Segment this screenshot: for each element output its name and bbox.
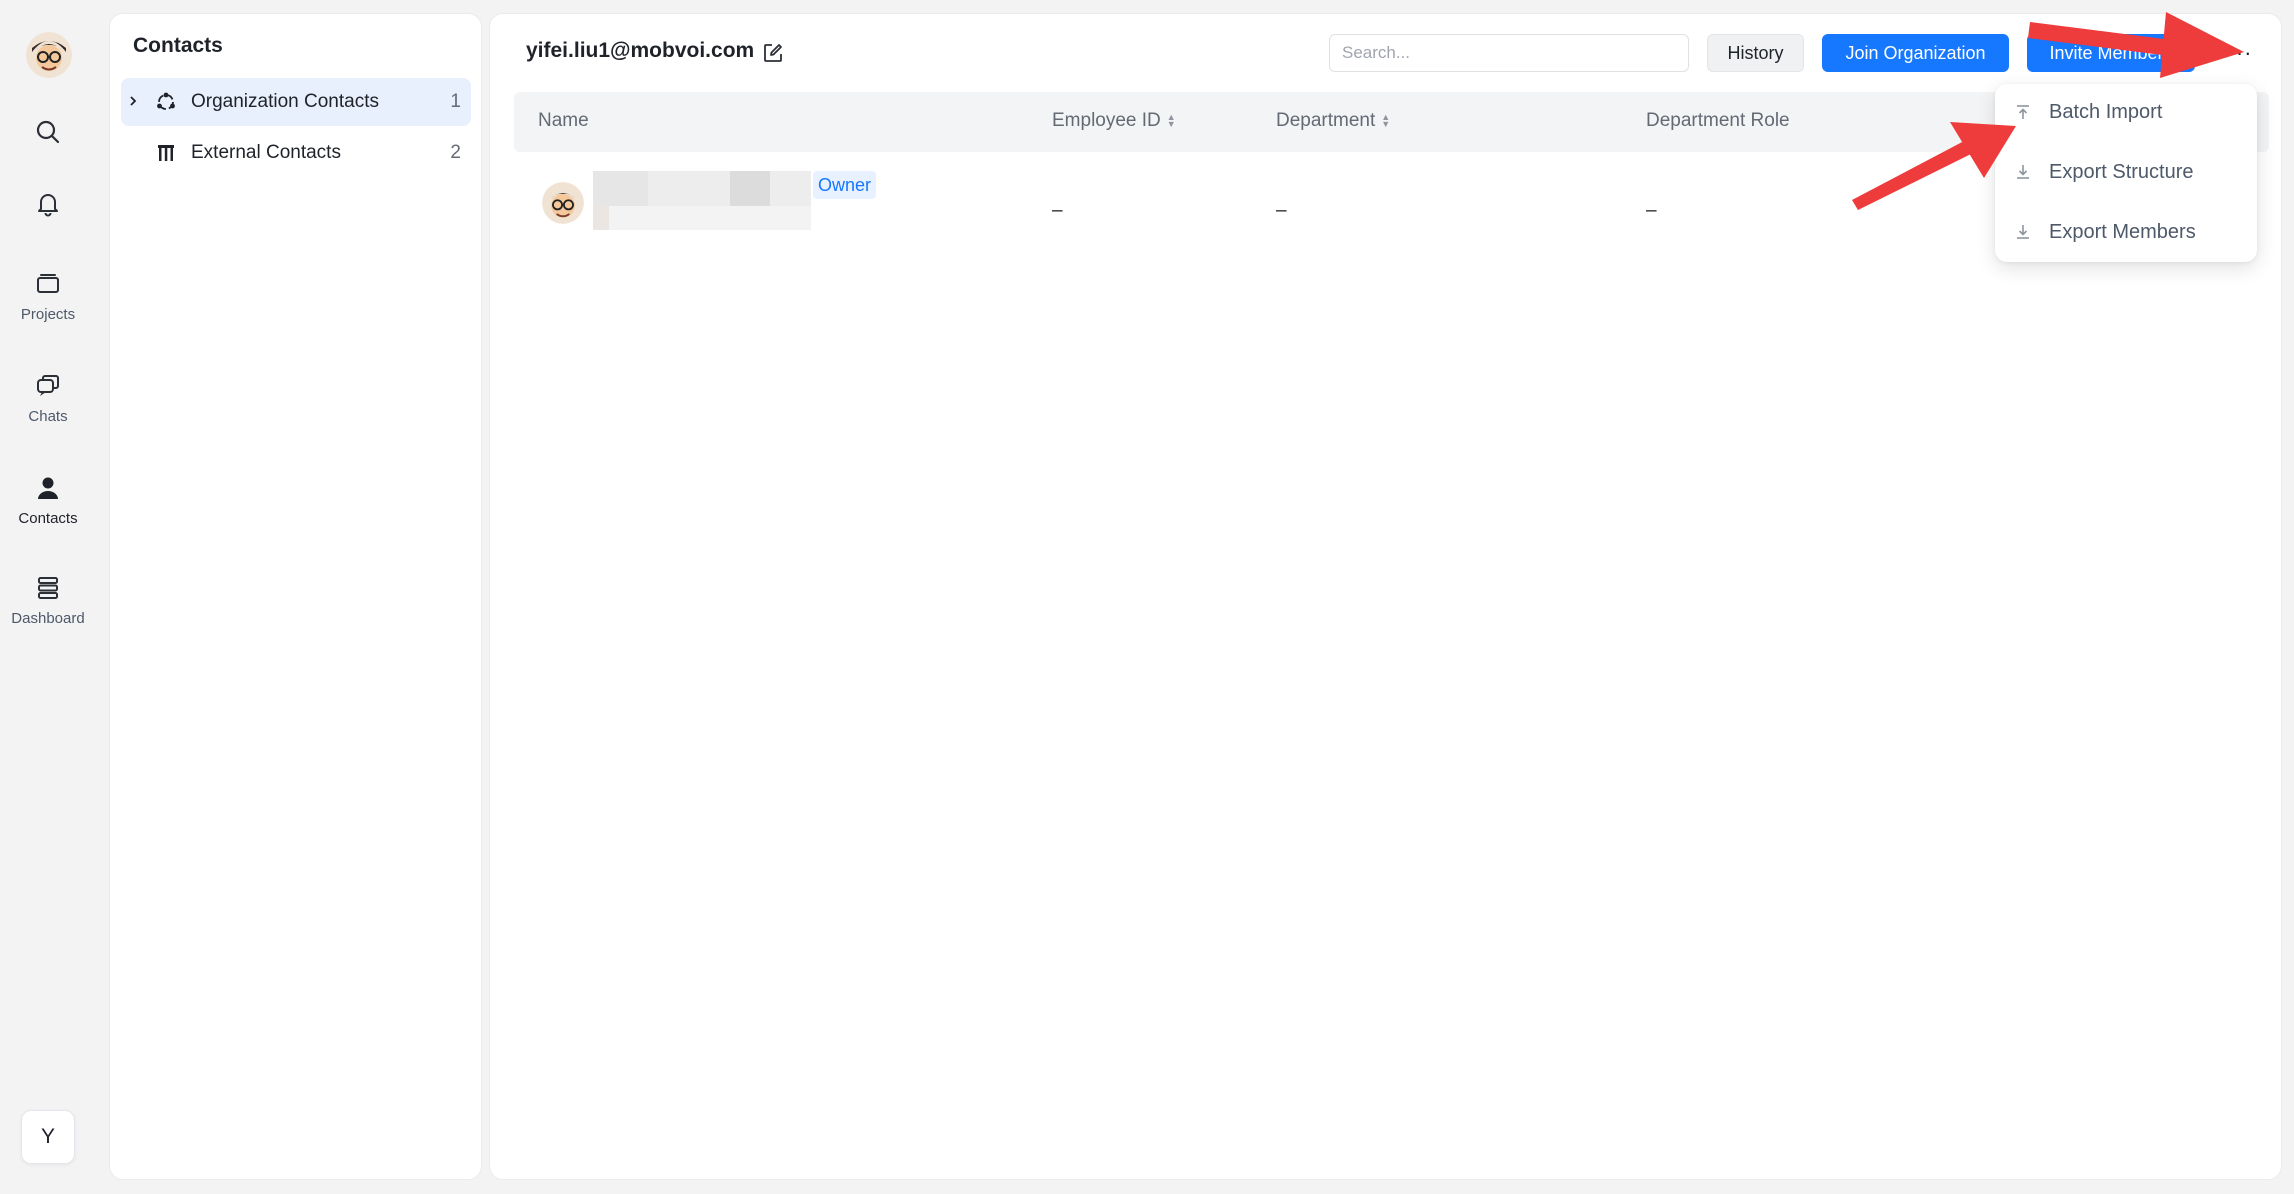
menu-item-export-members[interactable]: Export Members: [1995, 210, 2257, 254]
tree-item-label: Organization Contacts: [191, 91, 379, 112]
chat-icon: [37, 375, 59, 396]
organization-email: yifei.liu1@mobvoi.com: [526, 39, 755, 62]
invite-members-button[interactable]: Invite Members: [2027, 34, 2195, 72]
nav-projects-label: Projects: [20, 306, 76, 323]
join-organization-button[interactable]: Join Organization: [1822, 34, 2009, 72]
building-icon: [158, 145, 174, 161]
tree-item-organization-contacts[interactable]: Organization Contacts 1: [121, 78, 471, 126]
tree-item-count: 2: [450, 142, 461, 163]
more-options-menu: Batch Import Export Structure Export Mem…: [1995, 84, 2257, 262]
member-avatar[interactable]: [542, 182, 584, 224]
contacts-panel: Contacts Organization Contacts 1 Externa…: [109, 13, 482, 1180]
menu-item-batch-import[interactable]: Batch Import: [1995, 90, 2257, 134]
upload-icon: [2017, 105, 2029, 119]
history-button[interactable]: History: [1707, 34, 1804, 72]
tree-item-label: External Contacts: [191, 142, 341, 163]
folder-icon: [37, 274, 59, 293]
owner-badge: Owner: [813, 171, 877, 199]
chevron-right-icon[interactable]: [127, 94, 147, 110]
user-menu-button[interactable]: Y: [21, 1110, 75, 1164]
sort-icon[interactable]: ▲ ▼: [1381, 113, 1390, 129]
download-icon: [2017, 165, 2029, 179]
column-header-employee-id[interactable]: Employee ID ▲ ▼: [1052, 110, 1176, 132]
nav-search[interactable]: [0, 118, 96, 146]
nav-dashboard[interactable]: Dashboard: [0, 574, 96, 627]
column-header-department[interactable]: Department ▲ ▼: [1276, 110, 1390, 132]
avatar-image: [26, 32, 72, 78]
download-icon: [2017, 225, 2029, 239]
menu-item-label: Batch Import: [2049, 100, 2163, 123]
org-icon: [157, 92, 175, 110]
bell-icon: [38, 194, 58, 217]
menu-item-label: Export Members: [2049, 220, 2196, 243]
column-header-department-role: Department Role: [1646, 110, 1790, 131]
nav-chats-label: Chats: [28, 408, 68, 425]
cell-employee-id: –: [1052, 200, 1063, 221]
menu-item-label: Export Structure: [2049, 160, 2194, 183]
nav-contacts-label: Contacts: [18, 510, 78, 527]
nav-contacts[interactable]: Contacts: [0, 474, 96, 527]
nav-projects[interactable]: Projects: [0, 270, 96, 323]
cell-department: –: [1276, 200, 1287, 221]
person-icon: [38, 477, 58, 499]
panel-title: Contacts: [133, 34, 223, 57]
stack-icon: [38, 577, 58, 599]
search-icon: [36, 120, 60, 144]
tree-item-external-contacts[interactable]: External Contacts 2: [121, 129, 471, 177]
nav-chats[interactable]: Chats: [0, 372, 96, 425]
more-options-button[interactable]: ···: [2225, 38, 2255, 68]
nav-dashboard-label: Dashboard: [11, 610, 85, 627]
nav-notifications[interactable]: [0, 190, 96, 218]
edit-icon[interactable]: [762, 42, 784, 64]
cell-department-role: –: [1646, 200, 1657, 221]
avatar-image: [542, 182, 584, 224]
column-header-name: Name: [538, 110, 589, 131]
sort-icon[interactable]: ▲ ▼: [1167, 113, 1176, 129]
tree-item-count: 1: [450, 91, 461, 112]
menu-item-export-structure[interactable]: Export Structure: [1995, 150, 2257, 194]
search-input[interactable]: [1329, 34, 1689, 72]
app-avatar[interactable]: [26, 32, 72, 78]
nav-rail: Projects Chats Contacts Dashboard Y: [0, 0, 96, 1194]
